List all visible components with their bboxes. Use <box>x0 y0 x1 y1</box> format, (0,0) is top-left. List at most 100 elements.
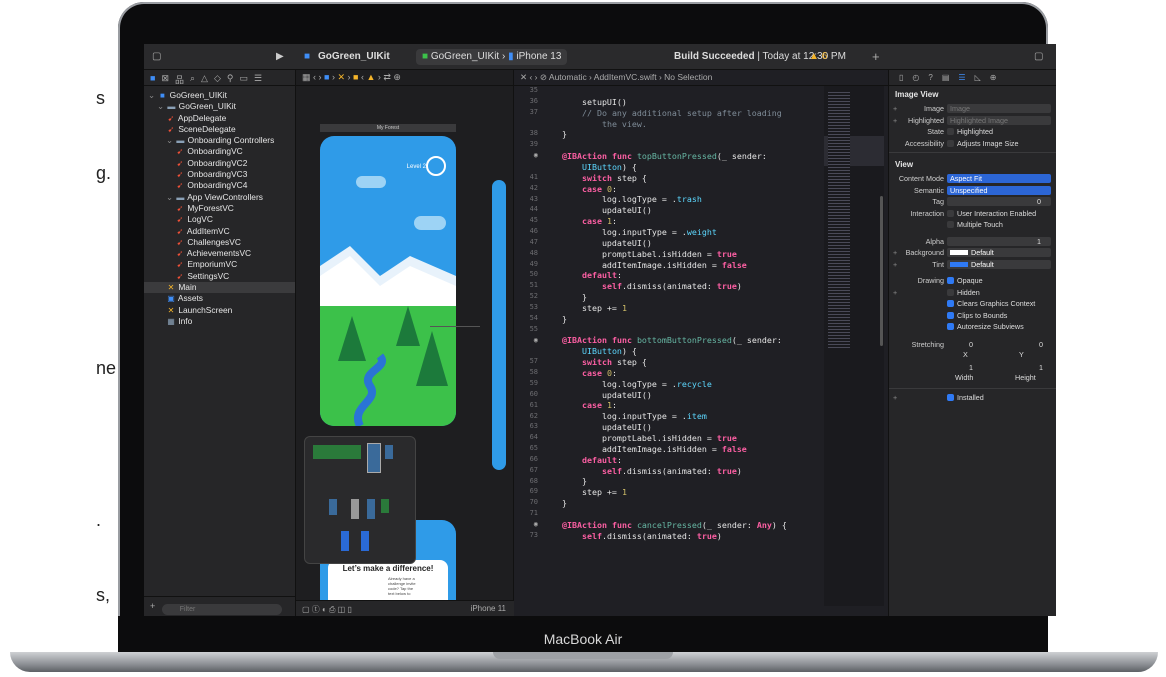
line-number[interactable]: 60 <box>514 390 538 398</box>
filter-input[interactable]: Filter <box>161 604 282 615</box>
line-number[interactable]: 49 <box>514 260 538 268</box>
source-code[interactable]: setupUI() // Do any additional setup aft… <box>542 86 832 541</box>
code-line[interactable]: switch step { <box>542 357 832 368</box>
code-line[interactable]: log.inputType = .item <box>542 411 832 422</box>
file-item[interactable]: ➹ OnboardingVC4 <box>144 180 295 191</box>
user-interaction-checkbox[interactable]: User Interaction Enabled <box>947 209 1036 218</box>
line-number[interactable]: 63 <box>514 422 538 430</box>
line-number[interactable]: 47 <box>514 238 538 246</box>
stretch-height-stepper[interactable]: 1 <box>1039 363 1043 372</box>
test-icon[interactable]: ◇ <box>214 73 221 83</box>
highlighted-image-field[interactable]: Highlighted Image <box>947 115 1051 125</box>
file-item[interactable]: ✕ Main <box>144 282 295 294</box>
inspector-toggle-icon[interactable]: ▢ <box>1034 44 1043 70</box>
line-number[interactable]: 48 <box>514 249 538 257</box>
attributes-icon[interactable]: ☰ <box>958 73 965 82</box>
line-number[interactable]: 58 <box>514 368 538 376</box>
code-line[interactable]: @IBAction func cancelPressed(_ sender: A… <box>542 520 832 531</box>
code-line[interactable]: updateUI() <box>542 205 832 216</box>
line-number[interactable]: 55 <box>514 325 538 333</box>
file-item[interactable]: ➹ MyForestVC <box>144 203 295 214</box>
line-number[interactable]: 38 <box>514 129 538 137</box>
line-number[interactable]: ◉ <box>514 520 538 528</box>
line-number[interactable]: 45 <box>514 216 538 224</box>
code-line[interactable]: @IBAction func bottomButtonPressed(_ sen… <box>542 335 832 346</box>
code-line[interactable]: updateUI() <box>542 422 832 433</box>
file-item[interactable]: ➹ OnboardingVC3 <box>144 169 295 180</box>
multiple-touch-checkbox[interactable]: Multiple Touch <box>947 220 1003 229</box>
line-number[interactable]: 68 <box>514 477 538 485</box>
scrollbar[interactable] <box>880 196 883 346</box>
code-line[interactable]: case 0: <box>542 368 832 379</box>
code-line[interactable] <box>542 325 832 336</box>
line-number[interactable]: 66 <box>514 455 538 463</box>
semantic-select[interactable]: Unspecified <box>947 185 1051 195</box>
line-number[interactable]: 43 <box>514 195 538 203</box>
chevron-down-icon[interactable]: ⌄ <box>148 90 157 100</box>
tint-select[interactable]: Default <box>947 259 1051 269</box>
line-number[interactable]: 67 <box>514 466 538 474</box>
history-icon[interactable]: ◴ <box>912 73 919 82</box>
folder-icon[interactable]: ■ <box>150 73 155 83</box>
code-line[interactable] <box>542 509 832 520</box>
add-variation-icon[interactable]: + <box>893 393 897 402</box>
code-line[interactable]: promptLabel.isHidden = true <box>542 249 832 260</box>
file-item[interactable]: ✕ LaunchScreen <box>144 305 295 316</box>
code-line[interactable]: } <box>542 314 832 325</box>
code-line[interactable]: case 0: <box>542 184 832 195</box>
file-item[interactable]: ⌄ ▬ GoGreen_UIKit <box>144 101 295 112</box>
file-item[interactable]: ▦ Info <box>144 316 295 327</box>
line-number[interactable]: 37 <box>514 108 538 116</box>
code-line[interactable]: default: <box>542 270 832 281</box>
file-item[interactable]: ➹ LogVC <box>144 214 295 225</box>
file-item[interactable]: ⌄ ▬ App ViewControllers <box>144 192 295 203</box>
code-line[interactable]: the view. <box>542 119 832 130</box>
code-line[interactable]: step += 1 <box>542 487 832 498</box>
file-item[interactable]: ➹ SettingsVC <box>144 271 295 282</box>
source-control-icon[interactable]: ⊠ <box>161 73 169 83</box>
code-line[interactable]: log.logType = .recycle <box>542 379 832 390</box>
add-variation-icon[interactable]: + <box>893 248 897 257</box>
content-mode-select[interactable]: Aspect Fit <box>947 174 1051 183</box>
debug-icon[interactable]: ⚲ <box>227 73 234 83</box>
line-number[interactable]: 62 <box>514 412 538 420</box>
code-line[interactable]: } <box>542 129 832 140</box>
line-number[interactable]: 59 <box>514 379 538 387</box>
installed-checkbox[interactable]: Installed <box>947 393 984 402</box>
stretch-width-stepper[interactable]: 1 <box>969 363 973 372</box>
close-icon[interactable]: ✕ <box>520 72 527 82</box>
line-number[interactable]: 50 <box>514 270 538 278</box>
code-line[interactable]: UIButton) { <box>542 346 832 357</box>
code-line[interactable]: // Do any additional setup after loading <box>542 108 832 119</box>
related-items-icon[interactable]: ⊘ <box>540 72 547 82</box>
chevron-down-icon[interactable]: ⌄ <box>166 192 175 202</box>
line-number[interactable]: 69 <box>514 487 538 495</box>
help-icon[interactable]: ? <box>928 73 932 82</box>
alpha-stepper[interactable]: 1 <box>947 236 1051 246</box>
tag-stepper[interactable]: 0 <box>947 197 1051 206</box>
line-number[interactable]: 71 <box>514 509 538 517</box>
search-icon[interactable]: ⌕ <box>190 73 195 83</box>
add-variation-icon[interactable]: + <box>893 104 897 113</box>
file-item[interactable]: ➹ OnboardingVC2 <box>144 158 295 169</box>
code-line[interactable]: } <box>542 292 832 303</box>
line-number[interactable]: 41 <box>514 173 538 181</box>
line-number[interactable]: ◉ <box>514 151 538 159</box>
code-line[interactable]: @IBAction func topButtonPressed(_ sender… <box>542 151 832 162</box>
breakpoint-icon[interactable]: ▭ <box>239 73 248 83</box>
connections-icon[interactable]: ⊕ <box>990 73 997 82</box>
code-line[interactable]: case 1: <box>542 216 832 227</box>
chevron-down-icon[interactable]: ⌄ <box>157 101 166 111</box>
highlighted-checkbox[interactable]: Highlighted <box>947 127 993 136</box>
file-item[interactable]: ➹ OnboardingVC <box>144 146 295 157</box>
file-item[interactable]: ➹ AddItemVC <box>144 226 295 237</box>
code-line[interactable]: updateUI() <box>542 238 832 249</box>
code-line[interactable]: default: <box>542 455 832 466</box>
adjusts-size-checkbox[interactable]: Adjusts Image Size <box>947 139 1019 148</box>
file-item[interactable]: ⌄ ■ GoGreen_UIKit <box>144 90 295 101</box>
autoresize-checkbox[interactable]: Autoresize Subviews <box>947 322 1024 331</box>
add-variation-icon[interactable]: + <box>893 288 897 297</box>
sidebar-toggle-icon[interactable]: ▢ <box>152 44 161 70</box>
file-item[interactable]: ➹ AchievementsVC <box>144 248 295 259</box>
clears-context-checkbox[interactable]: Clears Graphics Context <box>947 299 1035 308</box>
